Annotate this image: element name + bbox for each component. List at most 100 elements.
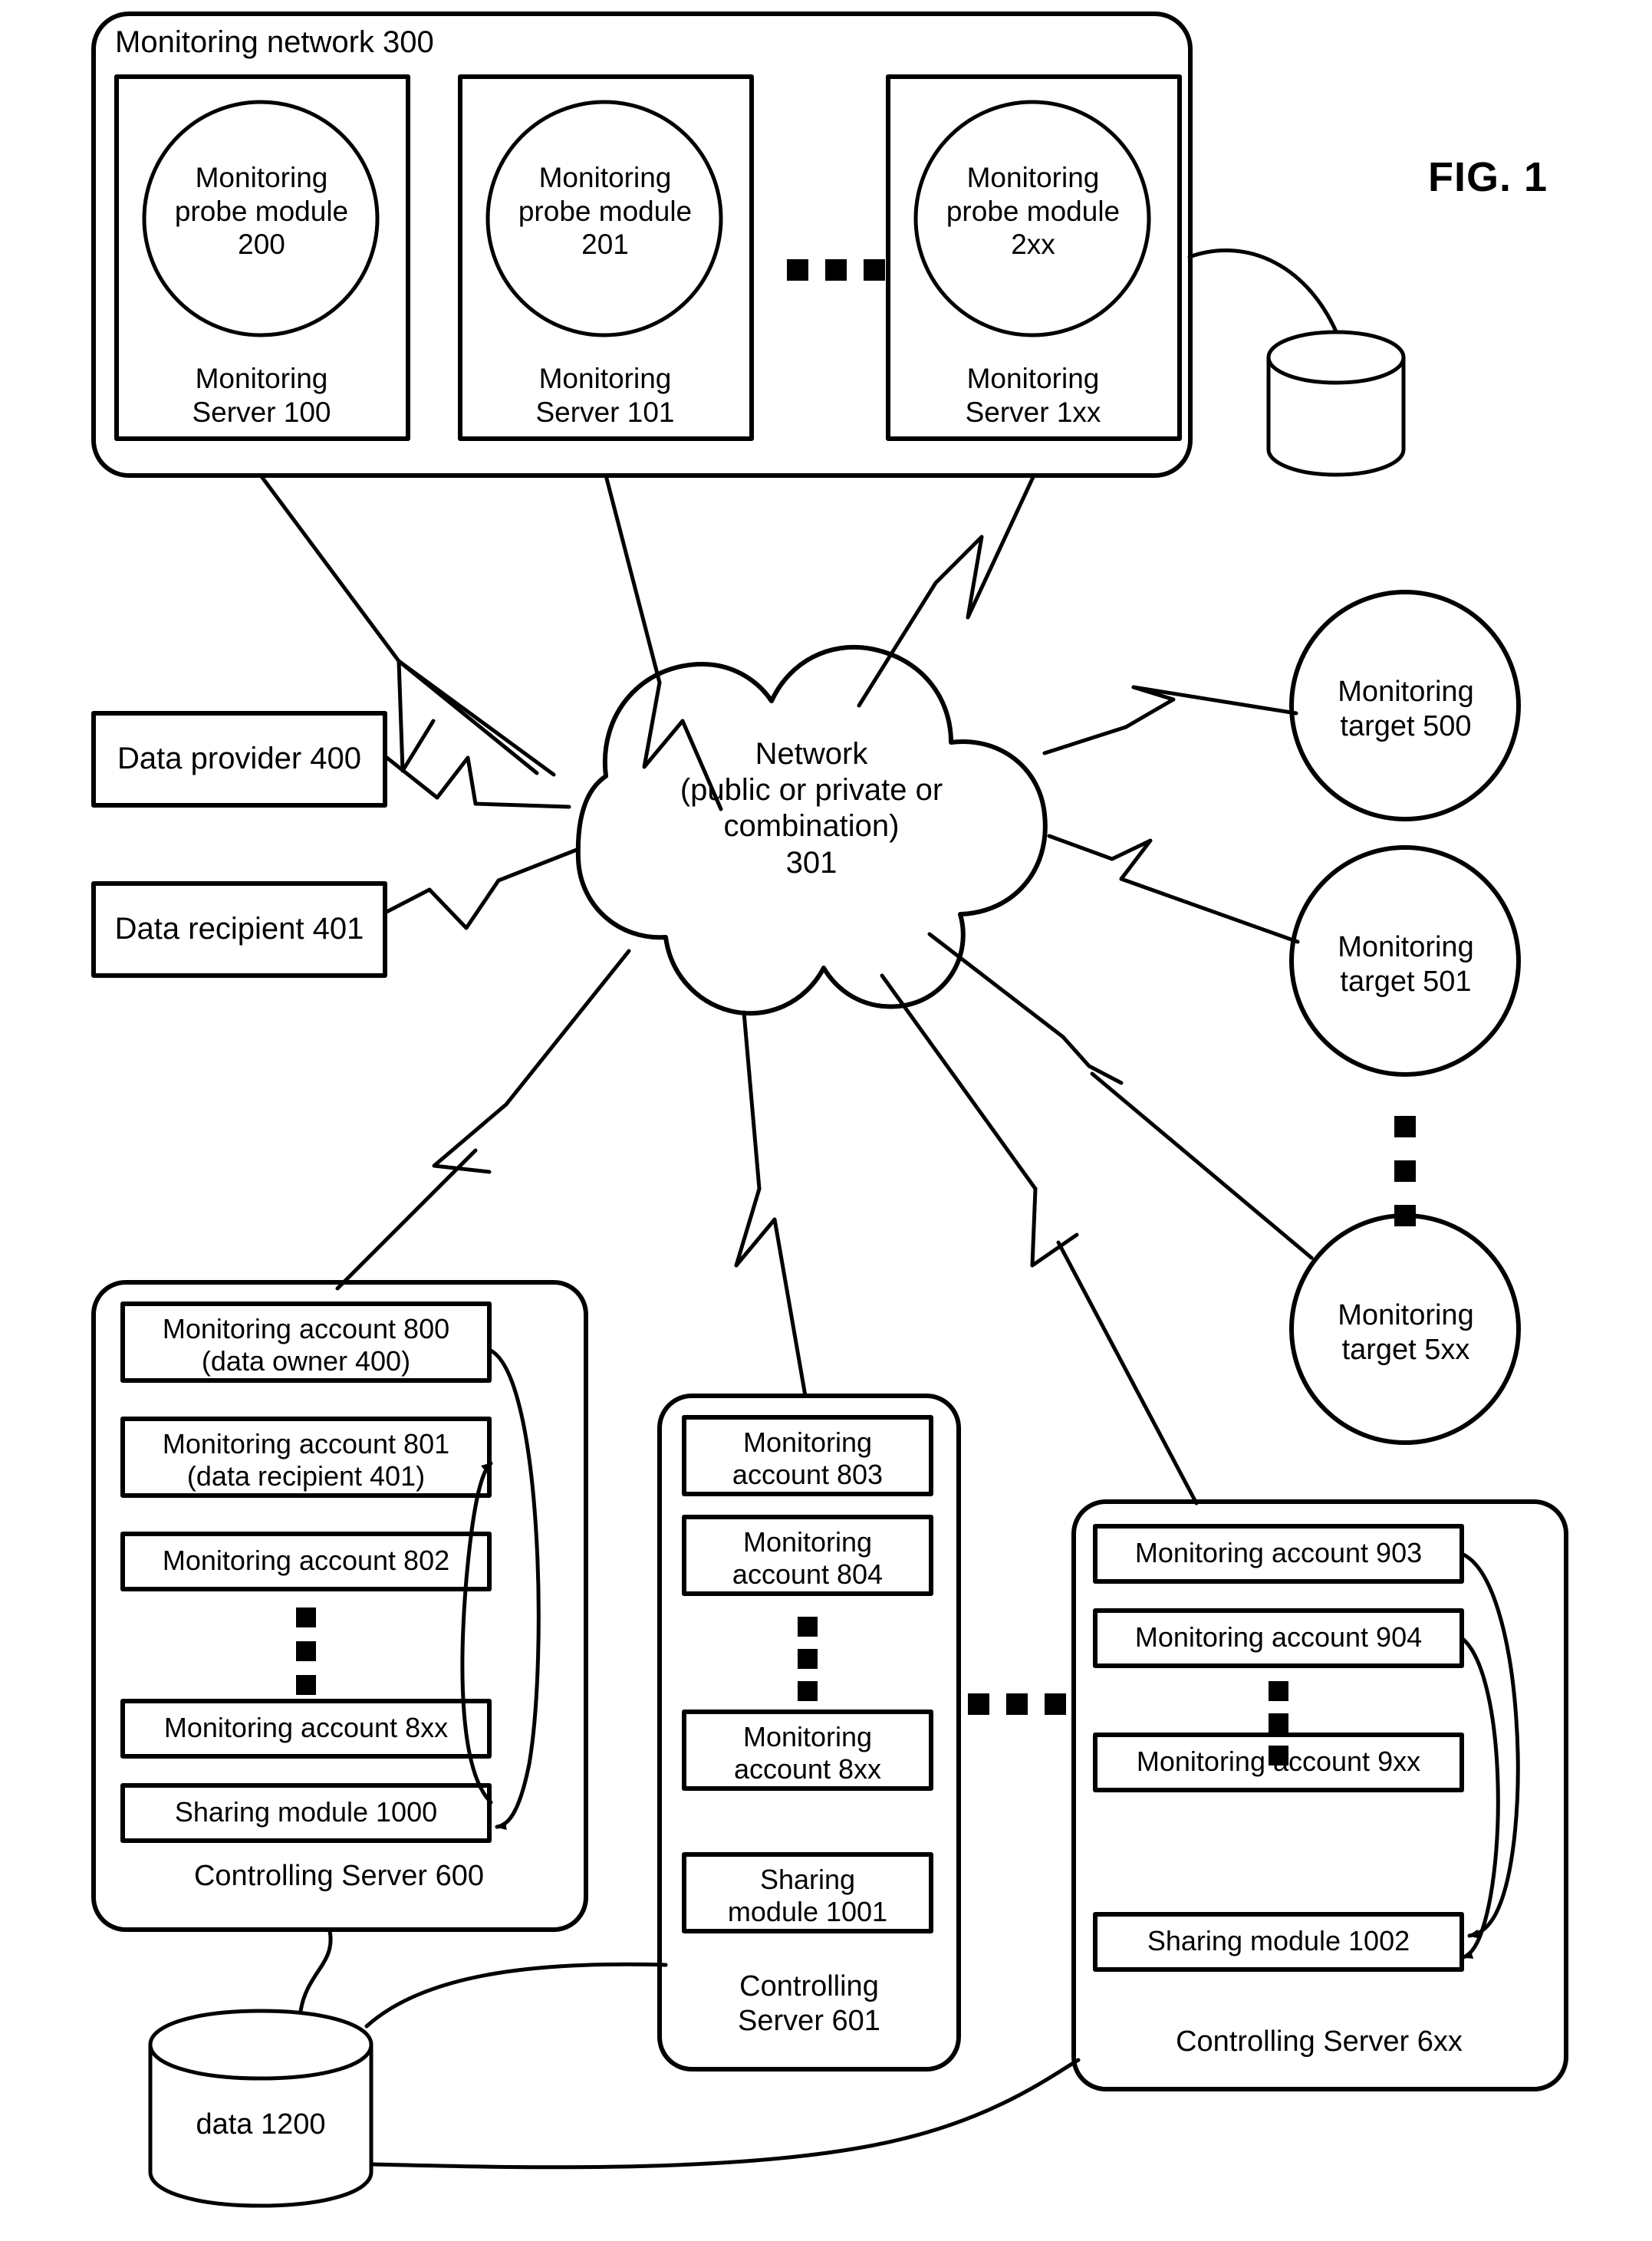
account-800-label: Monitoring account 800 (data owner 400) — [127, 1313, 485, 1378]
cs600-ellipsis — [296, 1608, 316, 1695]
link-mt500-a — [1042, 725, 1128, 755]
targets-ellipsis — [1394, 1116, 1416, 1226]
arrow-1000-to-801 — [460, 1461, 493, 1805]
probe-200-line1: Monitoring — [195, 162, 328, 193]
bolt-dr — [427, 878, 501, 930]
bolt-cs6xx — [1030, 1186, 1079, 1268]
bolt-dp — [435, 755, 478, 806]
sharing-1001-line2: module 1001 — [727, 1896, 888, 1928]
account-801-label: Monitoring account 801 (data recipient 4… — [127, 1428, 485, 1493]
account-801-line1: Monitoring account 801 — [162, 1428, 450, 1459]
link-server1xx-a — [966, 473, 1036, 620]
link-dp-b — [473, 801, 571, 809]
sharing-module-1002-label: Sharing module 1002 — [1147, 1925, 1410, 1956]
cs600-to-data-connector — [298, 1929, 333, 2013]
network-cloud-label: Network (public or private or combinatio… — [574, 736, 1049, 881]
arrow-904-to-1002 — [1459, 1636, 1500, 1960]
target-501-line1: Monitoring — [1338, 931, 1474, 963]
arrow-903-to-1002 — [1459, 1552, 1520, 1939]
cs6xx-to-data-connector — [370, 2058, 1081, 2170]
data-recipient-label: Data recipient 401 — [114, 912, 364, 946]
cs601-footer-line1: Controlling — [739, 1970, 879, 2002]
cs601-footer-line2: Server 601 — [738, 2004, 880, 2037]
link-mt5xx-b — [1090, 1071, 1314, 1260]
account-803-line2: account 803 — [732, 1459, 884, 1491]
server-1xx-line2: Server 1xx — [965, 396, 1101, 428]
account-803-line1: Monitoring — [742, 1427, 873, 1458]
link-cs601-b — [772, 1217, 808, 1398]
server-100-line1: Monitoring — [195, 363, 328, 394]
cs601-to-data-connector — [364, 1962, 668, 2029]
link-mt501-a — [1047, 834, 1114, 861]
account-800-line1: Monitoring account 800 — [162, 1313, 450, 1344]
sharing-module-1001-label: Sharing module 1001 — [689, 1864, 926, 1929]
controlling-server-6xx-footer: Controlling Server 6xx — [1176, 2025, 1463, 2058]
server-101-line2: Server 101 — [535, 396, 675, 428]
probe-200-line3: 200 — [238, 229, 285, 261]
link-mt5xx-a — [927, 932, 1065, 1039]
data-1200-label: data 1200 — [196, 2108, 326, 2141]
link-server1xx-b — [857, 581, 938, 708]
monitoring-network-title: Monitoring network 300 — [115, 25, 434, 59]
target-500-line1: Monitoring — [1338, 676, 1474, 708]
probe-201-line1: Monitoring — [538, 162, 672, 193]
server-1xx-line1: Monitoring — [966, 363, 1100, 394]
account-803-label: Monitoring account 803 — [689, 1427, 926, 1492]
server-100-line2: Server 100 — [192, 396, 331, 428]
probe-2xx-line2: probe module — [946, 195, 1121, 227]
arrow-800-to-1000 — [487, 1348, 541, 1830]
link-cs600-b — [335, 1148, 478, 1291]
monitoring-target-5xx-label: Monitoring target 5xx — [1305, 1298, 1506, 1367]
network-to-db-connector — [1187, 248, 1338, 334]
controlling-server-600-footer: Controlling Server 600 — [193, 1860, 485, 1892]
account-802-label: Monitoring account 802 — [162, 1545, 450, 1576]
account-8xx-601-line1: Monitoring — [742, 1721, 873, 1752]
account-801-line2: (data recipient 401) — [186, 1460, 426, 1492]
link-cs6xx-b — [1056, 1240, 1199, 1506]
controlling-server-601-footer: Controlling Server 601 — [683, 1970, 936, 2039]
figure-label: FIG. 1 — [1427, 154, 1548, 200]
account-804-line2: account 804 — [732, 1558, 884, 1591]
link-dr-b — [496, 847, 579, 883]
network-line2: (public or private or — [680, 773, 943, 808]
monitoring-server-101-label: Monitoring Server 101 — [494, 362, 716, 429]
link-dr-a — [383, 887, 432, 915]
probe-2xx-line3: 2xx — [1011, 229, 1055, 261]
monitoring-target-501-label: Monitoring target 501 — [1305, 930, 1506, 999]
network-line4: 301 — [785, 845, 838, 880]
probe-2xx-line1: Monitoring — [966, 162, 1100, 193]
account-8xx-label: Monitoring account 8xx — [163, 1712, 449, 1743]
account-804-label: Monitoring account 804 — [689, 1526, 926, 1591]
probe-module-2xx-label: Monitoring probe module 2xx — [922, 161, 1144, 262]
account-8xx-601-label: Monitoring account 8xx — [689, 1721, 926, 1786]
link-cs6xx-a — [880, 973, 1038, 1191]
probe-200-line2: probe module — [174, 195, 349, 227]
bolt-cs600 — [432, 1102, 508, 1174]
servers-ellipsis — [787, 259, 885, 281]
link-server100-cloud — [258, 473, 539, 775]
network-line3: combination) — [723, 809, 900, 844]
network-line1: Network — [755, 737, 868, 771]
bolt-cs601 — [734, 1186, 777, 1268]
account-9xx-label: Monitoring account 9xx — [1136, 1746, 1421, 1777]
link-server101-a — [604, 473, 662, 685]
target-500-line2: target 500 — [1340, 709, 1472, 742]
target-5xx-line1: Monitoring — [1338, 1299, 1474, 1331]
server-101-line1: Monitoring — [538, 363, 672, 394]
sharing-module-1000-label: Sharing module 1000 — [174, 1796, 438, 1828]
probe-module-200-label: Monitoring probe module 200 — [150, 161, 373, 262]
figure-canvas: FIG. 1 Monitoring network 300 Monitoring… — [0, 0, 1652, 2241]
account-904-label: Monitoring account 904 — [1134, 1621, 1423, 1653]
link-cs601-a — [742, 1010, 762, 1191]
link-server100-cloud-b — [397, 659, 556, 777]
cs601-ellipsis — [798, 1617, 818, 1701]
monitoring-server-100-label: Monitoring Server 100 — [150, 362, 373, 429]
data-provider-label: Data provider 400 — [117, 742, 361, 775]
bolt-mt501 — [1110, 838, 1153, 881]
target-5xx-line2: target 5xx — [1341, 1333, 1470, 1366]
link-mt501-b — [1119, 877, 1300, 944]
link-cs600-a — [504, 949, 631, 1107]
account-804-line1: Monitoring — [742, 1526, 873, 1558]
account-903-label: Monitoring account 903 — [1134, 1537, 1423, 1568]
probe-module-201-label: Monitoring probe module 201 — [494, 161, 716, 262]
